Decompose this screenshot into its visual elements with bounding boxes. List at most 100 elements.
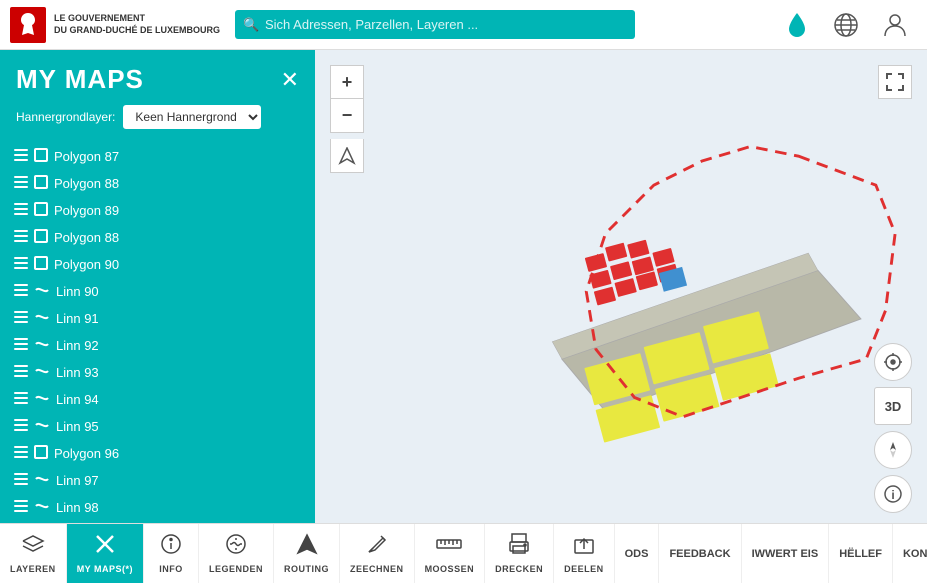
drag-handle-icon	[14, 446, 28, 461]
logo-area: LE GOUVERNEMENT DU GRAND-DUCHÉ DE LUXEMB…	[10, 7, 220, 43]
polygon-icon	[34, 256, 48, 273]
toolbar-item-moossen[interactable]: MOOSSEN	[415, 524, 486, 583]
drag-handle-icon	[14, 365, 28, 380]
routing-icon	[296, 533, 318, 561]
item-label: Linn 98	[56, 500, 99, 515]
drag-handle-icon	[14, 419, 28, 434]
drag-handle-icon	[14, 203, 28, 218]
item-label: Polygon 88	[54, 230, 119, 245]
item-label: Linn 95	[56, 419, 99, 434]
list-item[interactable]: Polygon 89	[0, 197, 315, 224]
map-controls-left: + −	[330, 65, 364, 173]
toolbar-item-legenden[interactable]: LEGENDEN	[199, 524, 274, 583]
polygon-icon	[34, 175, 48, 192]
ruler-icon	[436, 533, 462, 561]
item-label: Polygon 90	[54, 257, 119, 272]
water-icon-button[interactable]	[775, 3, 819, 47]
list-item[interactable]: Polygon 87	[0, 143, 315, 170]
sidebar-list[interactable]: Polygon 87 Polygon 88 Polygon 89 Polygon…	[0, 139, 315, 523]
drag-handle-icon	[14, 500, 28, 515]
toolbar-item-routing[interactable]: RoutINg	[274, 524, 340, 583]
toolbar-label-info: INFO	[159, 564, 183, 574]
map-svg	[315, 50, 927, 523]
sidebar-bg-dropdown[interactable]: Keen Hannergrond	[123, 105, 261, 129]
toolbar-item-zeechnen[interactable]: ZEECHNEN	[340, 524, 415, 583]
print-icon	[508, 533, 530, 561]
list-item[interactable]: Linn 93	[0, 359, 315, 386]
item-label: Linn 94	[56, 392, 99, 407]
item-label: Polygon 96	[54, 446, 119, 461]
list-item[interactable]: Linn 98	[0, 494, 315, 521]
list-item[interactable]: Polygon 90	[0, 251, 315, 278]
toolbar-text-ods[interactable]: ODS	[615, 524, 660, 583]
toolbar-label-routing: RoutINg	[284, 564, 329, 574]
toolbar-label-legenden: LEGENDEN	[209, 564, 263, 574]
toolbar: LAYEREN MY MAPS(*) INFO	[0, 523, 927, 583]
toolbar-label-mymaps: MY MAPS(*)	[77, 564, 133, 574]
toolbar-item-drecken[interactable]: DRECKEN	[485, 524, 554, 583]
main: MY MAPS ✕ Hannergrondlayer: Keen Hannerg…	[0, 50, 927, 523]
globe-icon-button[interactable]	[824, 3, 868, 47]
list-item[interactable]: Polygon 88	[0, 224, 315, 251]
line-icon	[34, 364, 50, 381]
drag-handle-icon	[14, 473, 28, 488]
map-area[interactable]: + −	[315, 50, 927, 523]
info-button[interactable]: i	[874, 475, 912, 513]
list-item[interactable]: Linn 90	[0, 278, 315, 305]
toolbar-item-layeren[interactable]: LAYEREN	[0, 524, 67, 583]
list-item[interactable]: Linn 97	[0, 467, 315, 494]
toolbar-item-mymaps[interactable]: MY MAPS(*)	[67, 524, 144, 583]
drag-handle-icon	[14, 176, 28, 191]
toolbar-text-hellef[interactable]: HËLLEF	[829, 524, 893, 583]
list-item[interactable]: Linn 95	[0, 413, 315, 440]
fullscreen-button[interactable]	[878, 65, 912, 99]
polygon-icon	[34, 202, 48, 219]
item-label: Linn 93	[56, 365, 99, 380]
list-item[interactable]: Polygon 96	[0, 440, 315, 467]
toolbar-label-deelen: DEELEN	[564, 564, 604, 574]
line-icon	[34, 418, 50, 435]
zoom-out-button[interactable]: −	[330, 99, 364, 133]
list-item[interactable]: Linn 99	[0, 521, 315, 523]
item-label: Polygon 89	[54, 203, 119, 218]
polygon-icon	[34, 445, 48, 462]
search-input[interactable]	[235, 10, 635, 39]
threed-button[interactable]: 3D	[874, 387, 912, 425]
sidebar-close-button[interactable]: ✕	[281, 67, 299, 93]
drag-handle-icon	[14, 257, 28, 272]
share-icon	[573, 533, 595, 561]
list-item[interactable]: Linn 92	[0, 332, 315, 359]
map-controls-right-top	[878, 65, 912, 99]
item-label: Linn 92	[56, 338, 99, 353]
toolbar-item-deelen[interactable]: DEELEN	[554, 524, 615, 583]
toolbar-text-iwwert-eis[interactable]: IWWERT EIS	[742, 524, 830, 583]
list-item[interactable]: Polygon 88	[0, 170, 315, 197]
sidebar-bg-select: Hannergrondlayer: Keen Hannergrond	[0, 105, 315, 139]
drag-handle-icon	[14, 392, 28, 407]
drag-handle-icon	[14, 338, 28, 353]
drag-handle-icon	[14, 284, 28, 299]
toolbar-item-info[interactable]: INFO	[144, 524, 199, 583]
location-button[interactable]	[330, 139, 364, 173]
list-item[interactable]: Linn 94	[0, 386, 315, 413]
search-bar[interactable]: 🔍	[235, 10, 635, 39]
toolbar-label-layeren: LAYEREN	[10, 564, 56, 574]
zoom-in-button[interactable]: +	[330, 65, 364, 99]
mymaps-icon	[94, 533, 116, 561]
user-icon-button[interactable]	[873, 3, 917, 47]
toolbar-label-moossen: MOOSSEN	[425, 564, 475, 574]
compass-button[interactable]	[874, 431, 912, 469]
sidebar-title: MY MAPS	[16, 64, 144, 95]
item-label: Linn 91	[56, 311, 99, 326]
item-label: Polygon 88	[54, 176, 119, 191]
polygon-icon	[34, 229, 48, 246]
gps-button[interactable]	[874, 343, 912, 381]
list-item[interactable]: Linn 91	[0, 305, 315, 332]
toolbar-text-feedback[interactable]: FEEDBACK	[659, 524, 741, 583]
map-controls-right-bottom: 3D i	[874, 343, 912, 513]
sidebar: MY MAPS ✕ Hannergrondlayer: Keen Hannerg…	[0, 50, 315, 523]
sidebar-header: MY MAPS ✕	[0, 50, 315, 105]
drag-handle-icon	[14, 149, 28, 164]
toolbar-text-kontakt[interactable]: KONTAKT	[893, 524, 927, 583]
item-label: Polygon 87	[54, 149, 119, 164]
